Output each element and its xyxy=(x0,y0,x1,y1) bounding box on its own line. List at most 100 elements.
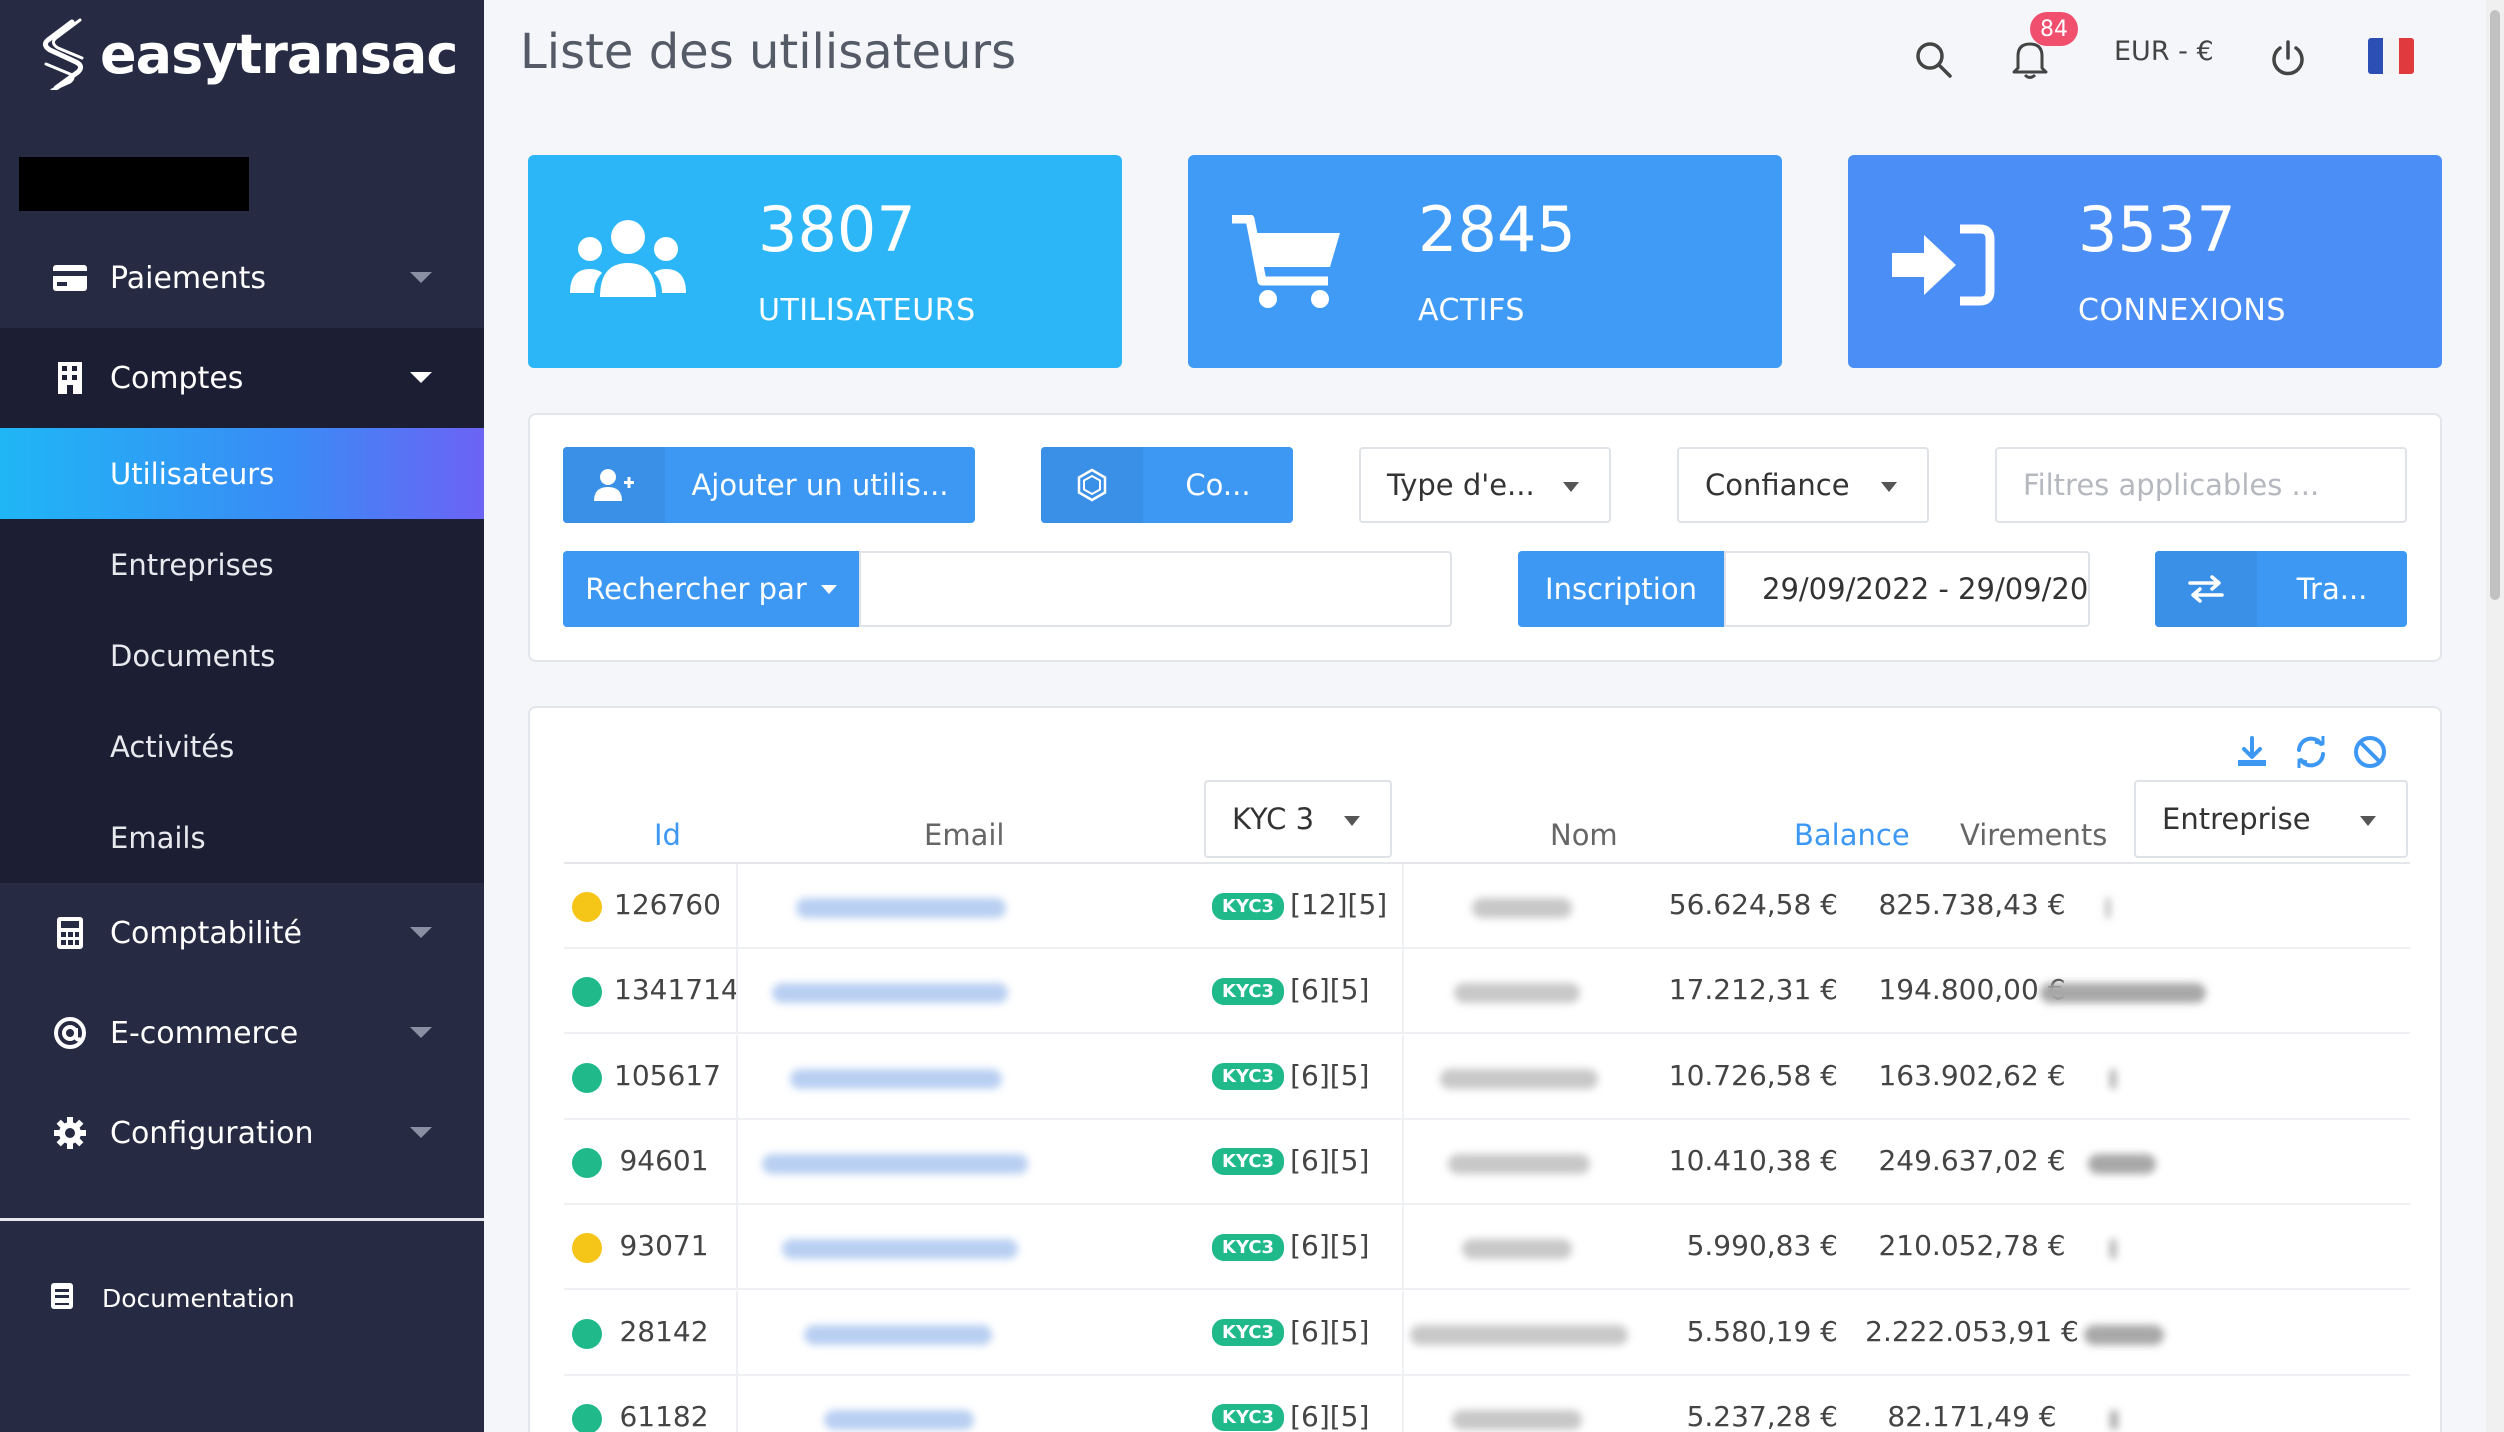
dropdown-arrow-icon xyxy=(1344,816,1360,826)
cell-email-redacted xyxy=(772,983,1008,1004)
type-select[interactable]: Type d'e... xyxy=(1359,447,1611,523)
sidebar-item-documents[interactable]: Documents xyxy=(0,610,484,701)
column-separator xyxy=(1402,1205,1404,1291)
applicable-filters-input[interactable] xyxy=(1995,447,2407,523)
sidebar-item-emails[interactable]: Emails xyxy=(0,792,484,883)
french-flag-icon[interactable] xyxy=(2368,38,2414,74)
cell-id[interactable]: 61182 xyxy=(614,1400,714,1432)
kyc-extra: [6][5] xyxy=(1290,1229,1370,1263)
scrollbar-thumb[interactable] xyxy=(2490,10,2500,600)
cell-kyc: KYC3 [6][5] xyxy=(1212,973,1369,1006)
cell-name-redacted xyxy=(1472,898,1572,918)
dropdown-arrow-icon xyxy=(1563,482,1579,492)
sidebar-item-documentation[interactable]: Documentation xyxy=(50,1282,295,1314)
cell-balance: 10.410,38 € xyxy=(1668,1143,1838,1177)
add-user-button[interactable]: Ajouter un utilis... xyxy=(563,447,975,523)
notification-count-badge: 84 xyxy=(2030,12,2078,46)
search-by-dropdown[interactable]: Rechercher par xyxy=(563,551,859,627)
cell-company-redacted xyxy=(2106,898,2110,918)
table-row[interactable]: 93071 KYC3 [6][5] 5.990,83 € 210.052,78 € xyxy=(564,1205,2410,1291)
search-icon[interactable] xyxy=(1912,38,1954,80)
cell-kyc: KYC3 [6][5] xyxy=(1212,1144,1369,1177)
cell-balance: 5.580,19 € xyxy=(1686,1314,1838,1348)
cell-name-redacted xyxy=(1454,983,1580,1004)
column-header-balance[interactable]: Balance xyxy=(1794,818,1910,852)
exchange-icon xyxy=(2155,551,2257,627)
search-by-label: Rechercher par xyxy=(585,572,807,606)
table-row[interactable]: 126760 KYC3 [12][5] 56.624,58 € 825.738,43 € xyxy=(564,864,2410,949)
sidebar-item-label: Configuration xyxy=(110,1115,314,1151)
sidebar-menu: Paiements Comptes Utilisateurs Entrepris… xyxy=(0,228,484,1183)
column-separator xyxy=(736,949,738,1035)
refresh-icon[interactable] xyxy=(2293,734,2329,770)
users-table-panel: Id Email KYC 3 Nom Balance Virements Ent… xyxy=(528,706,2442,1432)
sidebar-item-label: Comptes xyxy=(110,360,244,396)
sidebar-item-activites[interactable]: Activités xyxy=(0,701,484,792)
table-row[interactable]: 94601 KYC3 [6][5] 10.410,38 € 249.637,02 € xyxy=(564,1119,2410,1205)
cell-balance: 17.212,31 € xyxy=(1668,973,1838,1007)
sidebar-item-ecommerce[interactable]: E-commerce xyxy=(0,983,484,1083)
add-user-label: Ajouter un utilis... xyxy=(691,468,949,502)
date-type-button[interactable]: Inscription xyxy=(1518,551,1724,627)
sidebar-item-configuration[interactable]: Configuration xyxy=(0,1083,484,1183)
download-icon[interactable] xyxy=(2234,734,2270,770)
kyc-extra: [6][5] xyxy=(1290,1143,1370,1177)
kyc-filter-select[interactable]: KYC 3 xyxy=(1204,780,1392,858)
cell-email-redacted xyxy=(824,1409,974,1430)
kyc-filter-value: KYC 3 xyxy=(1232,802,1315,836)
table-row[interactable]: 105617 KYC3 [6][5] 10.726,58 € 163.902,62 € xyxy=(564,1034,2410,1120)
column-separator xyxy=(1402,864,1404,949)
page-title: Liste des utilisateurs xyxy=(520,24,1017,80)
column-separator xyxy=(736,864,738,949)
column-header-id[interactable]: Id xyxy=(654,818,681,852)
confidence-select[interactable]: Confiance xyxy=(1677,447,1929,523)
sidebar-item-comptes[interactable]: Comptes xyxy=(0,328,484,428)
power-icon[interactable] xyxy=(2268,36,2308,80)
kyc-badge: KYC3 xyxy=(1212,977,1285,1005)
column-separator xyxy=(1402,949,1404,1035)
column-header-transfers: Virements xyxy=(1960,818,2108,852)
cell-name-redacted xyxy=(1448,1153,1590,1174)
date-range-input[interactable]: 29/09/2022 - 29/09/202 xyxy=(1724,551,2090,627)
kyc-extra: [6][5] xyxy=(1290,1058,1370,1092)
company-filter-select[interactable]: Entreprise xyxy=(2134,780,2408,858)
kyc-badge: KYC3 xyxy=(1212,892,1285,920)
cell-id[interactable]: 93071 xyxy=(614,1229,714,1262)
sidebar-item-comptabilite[interactable]: Comptabilité xyxy=(0,883,484,983)
column-separator xyxy=(736,1034,738,1120)
cell-id[interactable]: 105617 xyxy=(614,1059,721,1092)
search-input[interactable] xyxy=(859,551,1452,627)
dropdown-arrow-icon xyxy=(2360,816,2376,826)
status-dot xyxy=(572,1403,602,1432)
sidebar-divider xyxy=(0,1218,484,1221)
transfer-button[interactable]: Tra... xyxy=(2155,551,2407,627)
sidebar-item-utilisateurs[interactable]: Utilisateurs xyxy=(0,428,484,519)
cell-transfers: 163.902,62 € xyxy=(1878,1058,2066,1092)
table-row[interactable]: 61182 KYC3 [6][5] 5.237,28 € 82.171,49 € xyxy=(564,1375,2410,1432)
calculator-icon xyxy=(50,913,90,953)
cell-email-redacted xyxy=(804,1324,992,1345)
co-button[interactable]: Co... xyxy=(1041,447,1293,523)
cart-icon xyxy=(1232,215,1340,308)
column-separator xyxy=(736,1119,738,1205)
sidebar-item-entreprises[interactable]: Entreprises xyxy=(0,519,484,610)
cell-id[interactable]: 126760 xyxy=(614,888,721,921)
column-separator xyxy=(1402,1290,1404,1376)
status-dot xyxy=(572,892,602,922)
kyc-badge: KYC3 xyxy=(1212,1319,1285,1346)
cell-name-redacted xyxy=(1452,1409,1582,1430)
cell-id[interactable]: 94601 xyxy=(614,1144,714,1177)
currency-selector[interactable]: EUR - € xyxy=(2114,36,2214,67)
stat-value: 3537 xyxy=(2078,193,2236,266)
page-scrollbar[interactable] xyxy=(2486,0,2504,1432)
brand-name: easytransac xyxy=(100,22,458,86)
table-row[interactable]: 28142 KYC3 [6][5] 5.580,19 € 2.222.053,91 € xyxy=(564,1290,2410,1376)
sidebar-item-paiements[interactable]: Paiements xyxy=(0,228,484,328)
stat-card-users: 3807 UTILISATEURS xyxy=(528,155,1122,368)
brand-logo[interactable]: easytransac xyxy=(38,18,458,90)
ban-icon[interactable] xyxy=(2352,734,2388,770)
table-row[interactable]: 1341714 KYC3 [6][5] 17.212,31 €194.800,00 € xyxy=(564,949,2410,1035)
cell-id[interactable]: 28142 xyxy=(614,1315,714,1348)
cell-id[interactable]: 1341714 xyxy=(614,973,739,1006)
kyc-extra: [6][5] xyxy=(1290,1314,1370,1348)
